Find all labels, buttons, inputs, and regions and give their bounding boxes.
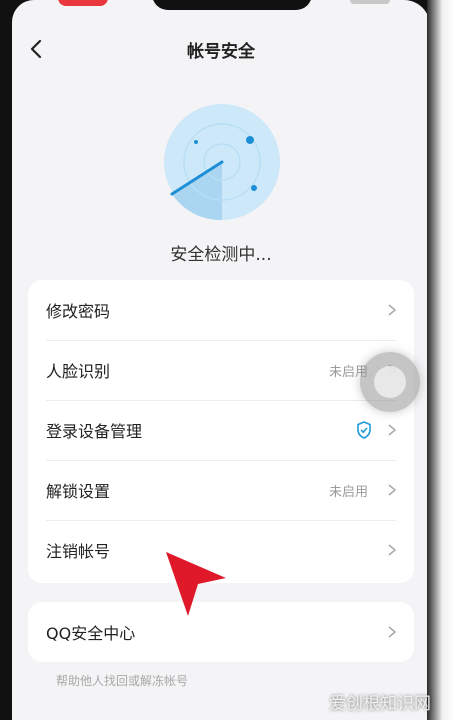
chevron-right-icon xyxy=(388,304,397,316)
shield-check-icon xyxy=(357,421,371,439)
row-label: QQ安全中心 xyxy=(46,624,136,643)
header: 帐号安全 xyxy=(12,22,430,78)
pointer-arrow-icon xyxy=(166,552,226,616)
unlock-settings-row[interactable]: 解锁设置 未启用 xyxy=(28,460,414,520)
qq-center-hint: 帮助他人找回或解冻帐号 xyxy=(56,674,189,688)
chevron-right-icon xyxy=(388,544,397,556)
row-label: 解锁设置 xyxy=(46,482,111,501)
row-label: 人脸识别 xyxy=(46,362,111,381)
phone-edge xyxy=(427,0,455,720)
scan-status-text: 安全检测中... xyxy=(170,245,272,265)
settings-card: 修改密码 人脸识别 未启用 登录设备管理 解锁设置 未启用 注销帐号 xyxy=(28,280,414,583)
chevron-right-icon xyxy=(388,424,397,436)
row-label: 注销帐号 xyxy=(46,542,111,561)
chevron-right-icon xyxy=(388,484,397,496)
chevron-right-icon xyxy=(388,626,397,638)
face-recognition-row[interactable]: 人脸识别 未启用 xyxy=(28,340,414,400)
row-label: 登录设备管理 xyxy=(46,422,143,441)
row-label: 修改密码 xyxy=(46,302,111,321)
status-indicator xyxy=(58,0,108,6)
change-password-row[interactable]: 修改密码 xyxy=(28,280,414,340)
watermark: 爱创根知识网 xyxy=(329,694,431,714)
radar-scan-icon xyxy=(164,104,280,221)
page-title: 帐号安全 xyxy=(187,42,255,62)
device-management-row[interactable]: 登录设备管理 xyxy=(28,400,414,460)
status-icons xyxy=(350,0,390,4)
status-text: 未启用 xyxy=(328,484,368,500)
phone-bezel: 帐号安全 安全检测中... 修改密码 人脸识别 未启用 登录设备管理 解锁设置 … xyxy=(0,0,455,720)
phone-notch xyxy=(152,0,312,10)
touch-indicator xyxy=(360,352,420,412)
